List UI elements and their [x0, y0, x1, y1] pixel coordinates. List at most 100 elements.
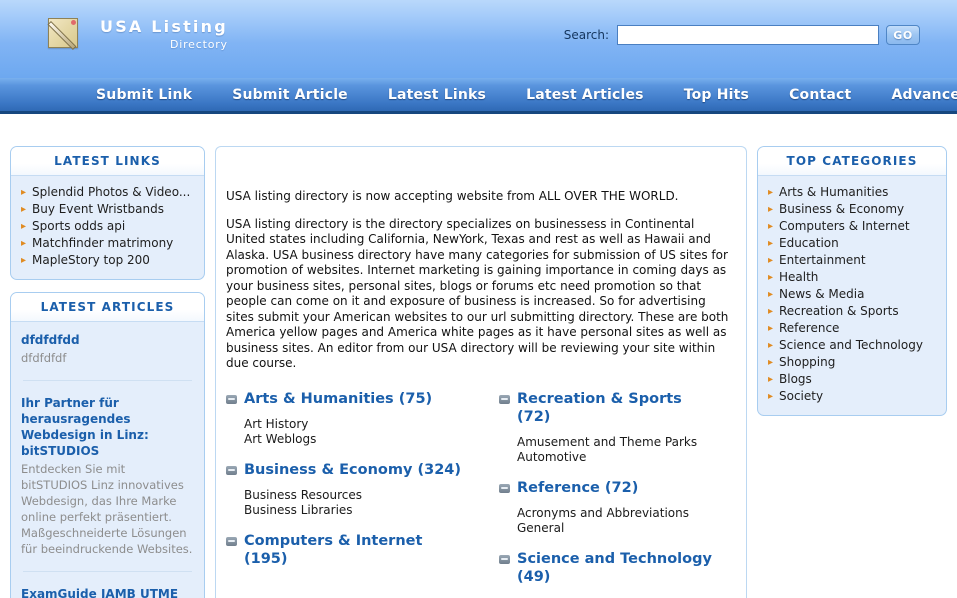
content-columns: LATEST LINKS Splendid Photos & Video...B…	[0, 146, 957, 598]
main-content: USA listing directory is now accepting w…	[215, 146, 747, 598]
latest-link-item[interactable]: Matchfinder matrimony	[21, 235, 194, 252]
latest-link-item[interactable]: Sports odds api	[21, 218, 194, 235]
nav-item-submit-link[interactable]: Submit Link	[96, 87, 192, 103]
latest-links-heading: LATEST LINKS	[11, 147, 204, 176]
top-category-item[interactable]: Recreation & Sports	[768, 303, 936, 320]
latest-link-item[interactable]: Buy Event Wristbands	[21, 201, 194, 218]
site-subtitle: Directory	[169, 38, 228, 51]
subcategory-item[interactable]: Amusement and Theme Parks	[517, 435, 714, 450]
category-block: Arts & Humanities (75) Art History Art Web…	[226, 390, 461, 447]
top-category-item[interactable]: Shopping	[768, 354, 936, 371]
category-header[interactable]: Arts & Humanities (75)	[226, 390, 461, 408]
category-block: Recreation & Sports (72) Amusement and Th…	[499, 390, 714, 465]
category-title[interactable]: Business & Economy (324)	[244, 461, 461, 479]
latest-link-item[interactable]: MapleStory top 200	[21, 252, 194, 269]
pencil-note-icon	[48, 18, 78, 48]
subcategory-item[interactable]: Business Libraries	[244, 503, 461, 518]
article-divider	[23, 380, 192, 381]
article-title[interactable]: dfdfdfdd	[21, 332, 194, 348]
top-category-item[interactable]: Science and Technology	[768, 337, 936, 354]
article-divider	[23, 571, 192, 572]
category-block: Reference (72) Acronyms and Abbreviations…	[499, 479, 714, 536]
category-block: Science and Technology (49)	[499, 550, 714, 586]
top-category-item[interactable]: Society	[768, 388, 936, 405]
subcategory-item[interactable]: Art Weblogs	[244, 432, 461, 447]
latest-articles-body: dfdfdfdd dfdfdfdf Ihr Partner für herausra…	[11, 322, 204, 598]
folder-icon	[226, 394, 237, 404]
subcategory-list: Business Resources Business Libraries	[244, 488, 461, 518]
left-sidebar: LATEST LINKS Splendid Photos & Video...B…	[10, 146, 205, 598]
top-categories-heading: TOP CATEGORIES	[758, 147, 946, 176]
brand-text: USA Listing Directory	[100, 18, 228, 51]
category-grid: Arts & Humanities (75) Art History Art Web…	[226, 390, 732, 598]
top-categories-panel: TOP CATEGORIES Arts & HumanitiesBusiness…	[757, 146, 947, 416]
latest-article-item: dfdfdfdd dfdfdfdf	[21, 330, 194, 366]
top-category-item[interactable]: News & Media	[768, 286, 936, 303]
latest-articles-panel: LATEST ARTICLES dfdfdfdd dfdfdfdf Ihr Part…	[10, 292, 205, 598]
latest-articles-heading: LATEST ARTICLES	[11, 293, 204, 322]
category-title[interactable]: Computers & Internet (195)	[244, 532, 461, 568]
top-categories-body: Arts & HumanitiesBusiness & EconomyCompu…	[758, 176, 946, 415]
top-category-item[interactable]: Health	[768, 269, 936, 286]
top-categories-list: Arts & HumanitiesBusiness & EconomyCompu…	[768, 184, 936, 405]
intro-paragraph-1: USA listing directory is now accepting w…	[226, 189, 679, 203]
search-area: Search: GO	[564, 25, 920, 45]
intro-paragraph-2: USA listing directory is the directory s…	[226, 216, 729, 371]
nav-item-contact[interactable]: Contact	[789, 87, 851, 103]
subcategory-item[interactable]: Art History	[244, 417, 461, 432]
subcategory-item[interactable]: General	[517, 521, 714, 536]
category-title[interactable]: Reference (72)	[517, 479, 638, 497]
folder-icon	[499, 554, 510, 564]
category-header[interactable]: Recreation & Sports (72)	[499, 390, 714, 426]
brand[interactable]: USA Listing Directory	[48, 18, 228, 51]
top-category-item[interactable]: Education	[768, 235, 936, 252]
subcategory-item[interactable]: Acronyms and Abbreviations	[517, 506, 714, 521]
search-go-button[interactable]: GO	[886, 25, 920, 45]
right-sidebar: TOP CATEGORIES Arts & HumanitiesBusiness…	[757, 146, 947, 428]
main-navigation: Submit Link Submit Article Latest Links Lat…	[0, 78, 957, 114]
page-body: LATEST LINKS Splendid Photos & Video...B…	[0, 114, 957, 598]
top-category-item[interactable]: Blogs	[768, 371, 936, 388]
top-category-item[interactable]: Business & Economy	[768, 201, 936, 218]
category-title[interactable]: Recreation & Sports (72)	[517, 390, 714, 426]
latest-link-item[interactable]: Splendid Photos & Video...	[21, 184, 194, 201]
latest-article-item: ExamGuide JAMB UTME CBT	[21, 584, 194, 598]
folder-icon	[499, 394, 510, 404]
latest-links-panel: LATEST LINKS Splendid Photos & Video...B…	[10, 146, 205, 280]
top-category-item[interactable]: Arts & Humanities	[768, 184, 936, 201]
category-title[interactable]: Science and Technology (49)	[517, 550, 714, 586]
nav-item-advanced-search[interactable]: Advanced Search	[891, 87, 957, 103]
site-title: USA Listing	[100, 17, 228, 36]
article-description: Entdecken Sie mit bitSTUDIOS Linz innova…	[21, 462, 193, 556]
nav-item-submit-article[interactable]: Submit Article	[232, 87, 348, 103]
site-header: USA Listing Directory Search: GO	[0, 0, 957, 78]
category-column-right: Recreation & Sports (72) Amusement and Th…	[479, 390, 732, 598]
folder-icon	[226, 465, 237, 475]
category-block: Business & Economy (324) Business Resourc…	[226, 461, 461, 518]
top-category-item[interactable]: Entertainment	[768, 252, 936, 269]
nav-item-latest-articles[interactable]: Latest Articles	[526, 87, 644, 103]
subcategory-list: Art History Art Weblogs	[244, 417, 461, 447]
category-header[interactable]: Computers & Internet (195)	[226, 532, 461, 568]
article-description: dfdfdfdf	[21, 351, 67, 365]
subcategory-item[interactable]: Business Resources	[244, 488, 461, 503]
latest-links-body: Splendid Photos & Video...Buy Event Wris…	[11, 176, 204, 279]
folder-icon	[226, 536, 237, 546]
nav-item-top-hits[interactable]: Top Hits	[684, 87, 749, 103]
latest-links-list: Splendid Photos & Video...Buy Event Wris…	[21, 184, 194, 269]
subcategory-item[interactable]: Automotive	[517, 450, 714, 465]
top-category-item[interactable]: Computers & Internet	[768, 218, 936, 235]
subcategory-list: Amusement and Theme Parks Automotive	[517, 435, 714, 465]
search-label: Search:	[563, 28, 609, 42]
category-block: Computers & Internet (195)	[226, 532, 461, 568]
article-title[interactable]: ExamGuide JAMB UTME CBT	[21, 586, 194, 598]
category-header[interactable]: Science and Technology (49)	[499, 550, 714, 586]
category-header[interactable]: Reference (72)	[499, 479, 714, 497]
top-category-item[interactable]: Reference	[768, 320, 936, 337]
nav-item-latest-links[interactable]: Latest Links	[388, 87, 486, 103]
folder-icon	[499, 483, 510, 493]
search-input[interactable]	[617, 25, 879, 45]
category-header[interactable]: Business & Economy (324)	[226, 461, 461, 479]
article-title[interactable]: Ihr Partner für herausragendes Webdesign…	[21, 395, 194, 459]
category-title[interactable]: Arts & Humanities (75)	[244, 390, 432, 408]
